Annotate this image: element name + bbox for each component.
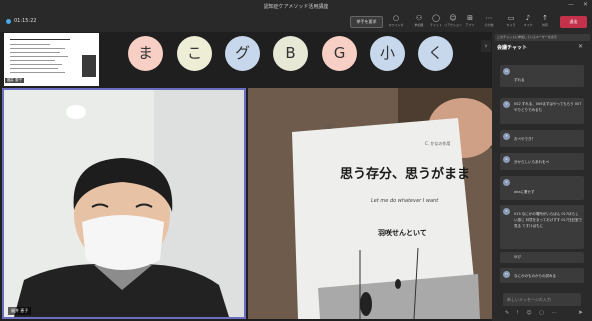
avatar: F xyxy=(503,133,510,140)
avatar: K xyxy=(503,156,510,163)
camera-button[interactable]: ▭ カメラ xyxy=(502,14,520,31)
minimize-button[interactable]: — xyxy=(568,1,574,8)
send-icon[interactable]: ➤ xyxy=(578,309,583,316)
close-window-button[interactable]: ✕ xyxy=(583,1,588,8)
chat-message: T 002 ずれる、006まずはやってもらう 007 やりとりでみるも xyxy=(500,98,584,124)
book-chapter-hint: C. かなの作用 xyxy=(425,141,451,146)
book-author: 羽咲せんといて xyxy=(378,229,427,237)
chat-message: K 分からしいらあれをペ xyxy=(500,153,584,170)
chat-message: F おぺやでき？ xyxy=(500,130,584,147)
avatar: T xyxy=(503,101,510,108)
reaction-bubble-ma: ま xyxy=(128,36,163,71)
window-title: 認知症ケアメソッド活用講座 xyxy=(263,4,329,10)
share-button[interactable]: ↑ 共有 xyxy=(536,14,554,31)
book-video-image xyxy=(248,88,492,319)
avatar: N xyxy=(503,68,510,75)
reaction-bubble-ko: こ xyxy=(177,36,212,71)
chat-icon: ◯ xyxy=(432,14,440,22)
reaction-bubble-sho: 小 xyxy=(370,36,405,71)
chat-message: ゆび xyxy=(500,252,584,263)
reaction-icon: ☺ xyxy=(449,14,457,22)
chat-message: N ずれる xyxy=(500,65,584,87)
whiteboard-button[interactable]: ○ ホワイトボ xyxy=(387,14,405,31)
avatar: T xyxy=(503,208,510,215)
chat-button[interactable]: ◯ チャット xyxy=(427,14,445,31)
participant-video-left[interactable]: 福井 恵子 xyxy=(2,88,246,319)
chat-close-button[interactable]: ✕ xyxy=(578,43,583,50)
meeting-timer: 01:15:22 xyxy=(14,18,37,24)
meeting-status-icon xyxy=(6,19,11,24)
leave-button[interactable]: 退出 xyxy=(560,16,587,28)
raise-hand-button[interactable]: 挙手を要求 xyxy=(350,16,383,28)
apps-button[interactable]: ⊞ アプリ xyxy=(461,14,479,31)
apps-icon: ⊞ xyxy=(467,14,473,22)
reactions-button[interactable]: ☺ リアクション xyxy=(444,14,462,31)
camera-icon: ▭ xyxy=(507,14,515,22)
reaction-bubble-ku: く xyxy=(418,36,453,71)
avatar: H xyxy=(503,271,510,278)
book-heading: 思う存分、思うがまま xyxy=(340,167,471,182)
reaction-bubble-b: B xyxy=(273,36,308,71)
mic-icon: ♪ xyxy=(525,14,531,22)
more-button[interactable]: ⋯ その他 xyxy=(480,14,498,31)
chat-message-input[interactable]: 新しいメッセージの入力 xyxy=(503,293,581,306)
whiteboard-icon: ○ xyxy=(392,14,400,22)
panel-toggle-button[interactable]: › xyxy=(481,40,491,52)
chat-notice[interactable]: このチャットに参加しているユーザーを表示 xyxy=(495,34,590,41)
chat-message: H なにかのものからの試みる xyxy=(500,268,584,283)
book-subtitle: Let me do whatever I want xyxy=(371,198,439,204)
avatar: S xyxy=(503,179,510,186)
reaction-bubble-gu: グ xyxy=(225,36,260,71)
reaction-bubble-g: G xyxy=(322,36,357,71)
more-icon: ⋯ xyxy=(485,14,493,22)
participant-video-image xyxy=(4,90,244,317)
shared-tile-name: 福井 恵子 xyxy=(5,78,25,83)
participant-video-right[interactable]: 017 C. かなの作用 思う存分、思うがまま Let me do whatev… xyxy=(248,88,492,319)
share-icon: ↑ xyxy=(542,14,548,22)
presenter-thumbnail xyxy=(82,55,96,77)
participants-button[interactable]: ⚇ 参加者 xyxy=(410,14,428,31)
mic-button[interactable]: ♪ マイク xyxy=(519,14,537,31)
participant-name-left: 福井 恵子 xyxy=(8,307,32,315)
top-bar: 認知症ケアメソッド活用講座 — ✕ 01:15:22 挙手を要求 ○ ホワイトボ… xyxy=(0,0,592,32)
book-page-number: 017 xyxy=(324,125,334,131)
chat-message: S ohaに着せず xyxy=(500,176,584,200)
chat-format-toolbar[interactable]: ✎ ! ☺ ▢ ⋯ xyxy=(505,310,560,316)
chat-title: 会議チャット xyxy=(497,45,527,51)
participants-icon: ⚇ xyxy=(415,14,423,22)
chat-message: T 015 なにかの場所がいらばん 017ほらしい感じ 対境をまっておけずす 0… xyxy=(500,205,584,249)
